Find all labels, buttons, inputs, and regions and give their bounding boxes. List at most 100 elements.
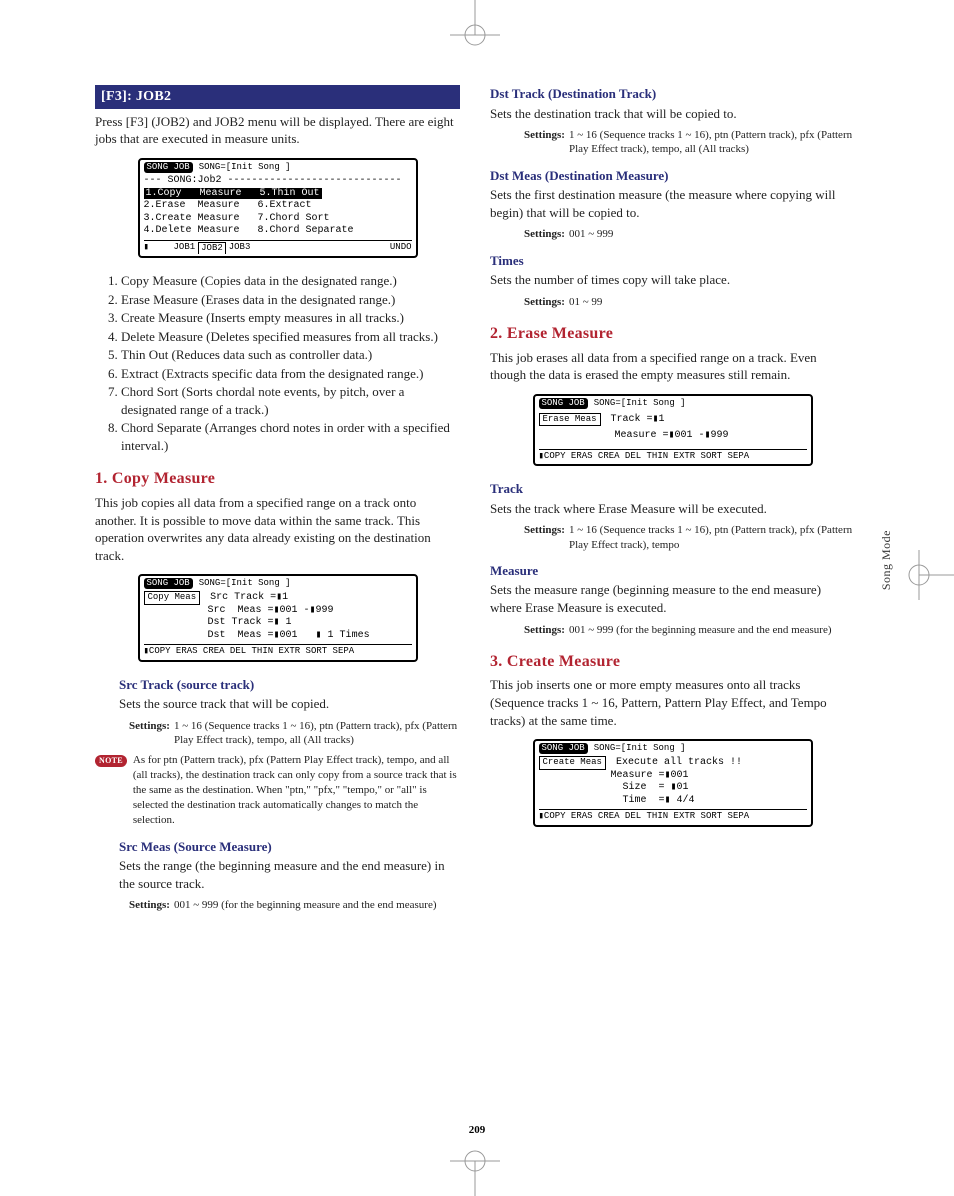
screen-row-3: 3.Create Measure 7.Chord Sort [144, 213, 412, 226]
erase-measure-desc: This job erases all data from a specifie… [490, 349, 855, 384]
copy-line-1: Src Track =▮1 [210, 592, 300, 603]
param-dst-meas: Dst Meas (Destination Measure) [490, 167, 855, 185]
screen-tab-row: ▮ JOB1 JOB2 JOB3 UNDO [144, 240, 412, 254]
settings-label: Settings: [524, 128, 565, 157]
create-measure-desc: This job inserts one or more empty measu… [490, 676, 855, 729]
erase-line-1: Track =▮1 [611, 414, 677, 425]
src-meas-settings: Settings: 001 ~ 999 (for the beginning m… [129, 898, 460, 912]
tab-job3: JOB3 [229, 242, 251, 253]
note-text: As for ptn (Pattern track), pfx (Pattern… [133, 753, 460, 827]
settings-label: Settings: [524, 227, 565, 241]
settings-value: 001 ~ 999 [569, 227, 855, 241]
settings-label: Settings: [129, 898, 170, 912]
left-column: [F3]: JOB2 Press [F3] (JOB2) and JOB2 me… [95, 85, 460, 919]
heading-create-measure: 3. Create Measure [490, 651, 855, 673]
erase-track-settings: Settings: 1 ~ 16 (Sequence tracks 1 ~ 16… [524, 523, 855, 552]
erase-measure-settings: Settings: 001 ~ 999 (for the beginning m… [524, 623, 855, 637]
screen-right-erase: SONG=[Init Song ] [594, 398, 686, 409]
param-erase-track: Track [490, 480, 855, 498]
job-item-4: Delete Measure (Deletes specified measur… [121, 328, 460, 346]
job-item-8: Chord Separate (Arranges chord notes in … [121, 419, 460, 454]
screen-copy-measure: SONG JOB SONG=[Init Song ] Copy Meas Src… [138, 574, 418, 662]
job-item-5: Thin Out (Reduces data such as controlle… [121, 346, 460, 364]
settings-label: Settings: [129, 719, 170, 748]
create-line-3: Time =▮ 4/4 [539, 795, 807, 808]
note-badge: NOTE [95, 755, 127, 767]
screen-title: SONG JOB [144, 162, 193, 173]
job-item-2: Erase Measure (Erases data in the design… [121, 291, 460, 309]
note-block: NOTE As for ptn (Pattern track), pfx (Pa… [95, 753, 460, 827]
intro-paragraph: Press [F3] (JOB2) and JOB2 menu will be … [95, 113, 460, 148]
copy-tabs: ▮COPY ERAS CREA DEL THIN EXTR SORT SEPA [144, 644, 412, 657]
screen-erase-measure: SONG JOB SONG=[Init Song ] Erase Meas Tr… [533, 394, 813, 467]
header-bar-job2: [F3]: JOB2 [95, 85, 460, 109]
job-item-7: Chord Sort (Sorts chordal note events, b… [121, 383, 460, 418]
param-times: Times [490, 252, 855, 270]
heading-erase-measure: 2. Erase Measure [490, 323, 855, 345]
right-column: Dst Track (Destination Track) Sets the d… [490, 85, 855, 919]
screen-row-2: 2.Erase Measure 6.Extract [144, 200, 412, 213]
crop-mark-top [440, 0, 510, 50]
settings-value: 1 ~ 16 (Sequence tracks 1 ~ 16), ptn (Pa… [569, 523, 855, 552]
copy-line-4: Dst Meas =▮001 ▮ 1 Times [144, 630, 412, 643]
src-meas-desc: Sets the range (the beginning measure an… [119, 857, 460, 892]
job-item-1: Copy Measure (Copies data in the designa… [121, 272, 460, 290]
tab-undo: UNDO [390, 242, 412, 253]
settings-value: 1 ~ 16 (Sequence tracks 1 ~ 16), ptn (Pa… [174, 719, 460, 748]
create-line-2: Size = ▮01 [539, 782, 807, 795]
screen-box-copy: Copy Meas [144, 591, 201, 604]
tab-job1: JOB1 [174, 242, 196, 253]
job-item-3: Create Measure (Inserts empty measures i… [121, 309, 460, 327]
create-line-1: Measure =▮001 [539, 770, 807, 783]
screen-title-create: SONG JOB [539, 743, 588, 754]
src-track-settings: Settings: 1 ~ 16 (Sequence tracks 1 ~ 16… [129, 719, 460, 748]
screen-title-copy: SONG JOB [144, 578, 193, 589]
screen-title-erase: SONG JOB [539, 398, 588, 409]
screen-create-measure: SONG JOB SONG=[Init Song ] Create Meas E… [533, 739, 813, 827]
settings-label: Settings: [524, 523, 565, 552]
src-track-desc: Sets the source track that will be copie… [119, 695, 460, 713]
screen-song-name: SONG=[Init Song ] [199, 162, 291, 173]
param-erase-measure: Measure [490, 562, 855, 580]
dst-meas-desc: Sets the first destination measure (the … [490, 186, 855, 221]
erase-tabs: ▮COPY ERAS CREA DEL THIN EXTR SORT SEPA [539, 449, 807, 462]
screen-box-erase: Erase Meas [539, 413, 601, 426]
page-content: [F3]: JOB2 Press [F3] (JOB2) and JOB2 me… [95, 85, 855, 919]
times-settings: Settings: 01 ~ 99 [524, 295, 855, 309]
erase-track-desc: Sets the track where Erase Measure will … [490, 500, 855, 518]
erase-line-2: Measure =▮001 -▮999 [539, 430, 807, 443]
crop-mark-right [904, 540, 954, 610]
dst-track-settings: Settings: 1 ~ 16 (Sequence tracks 1 ~ 16… [524, 128, 855, 157]
param-dst-track: Dst Track (Destination Track) [490, 85, 855, 103]
settings-value: 001 ~ 999 (for the beginning measure and… [569, 623, 855, 637]
copy-line-3: Dst Track =▮ 1 [144, 617, 412, 630]
dst-track-desc: Sets the destination track that will be … [490, 105, 855, 123]
create-line-0: Execute all tracks !! [616, 757, 742, 768]
screen-row-4: 4.Delete Measure 8.Chord Separate [144, 225, 412, 238]
side-tab-song-mode: Song Mode [879, 530, 894, 590]
copy-line-2: Src Meas =▮001 -▮999 [144, 605, 412, 618]
heading-copy-measure: 1. Copy Measure [95, 468, 460, 490]
crop-mark-bottom [440, 1146, 510, 1196]
screen-job-menu: SONG JOB SONG=[Init Song ] --- SONG:Job2… [138, 158, 418, 258]
screen-sub-line: --- SONG:Job2 --------------------------… [144, 175, 412, 188]
param-src-track: Src Track (source track) [119, 676, 460, 694]
screen-row-1: 1.Copy Measure 5.Thin Out [144, 188, 322, 199]
param-src-meas: Src Meas (Source Measure) [119, 838, 460, 856]
screen-right-create: SONG=[Init Song ] [594, 743, 686, 754]
settings-label: Settings: [524, 295, 565, 309]
tab-job2: JOB2 [198, 242, 226, 254]
job-item-6: Extract (Extracts specific data from the… [121, 365, 460, 383]
settings-label: Settings: [524, 623, 565, 637]
create-tabs: ▮COPY ERAS CREA DEL THIN EXTR SORT SEPA [539, 809, 807, 822]
copy-measure-desc: This job copies all data from a specifie… [95, 494, 460, 564]
screen-right-copy: SONG=[Init Song ] [199, 578, 291, 589]
settings-value: 01 ~ 99 [569, 295, 855, 309]
job-list: Copy Measure (Copies data in the designa… [95, 272, 460, 454]
settings-value: 1 ~ 16 (Sequence tracks 1 ~ 16), ptn (Pa… [569, 128, 855, 157]
screen-box-create: Create Meas [539, 756, 606, 769]
page-number: 209 [0, 1124, 954, 1136]
dst-meas-settings: Settings: 001 ~ 999 [524, 227, 855, 241]
erase-measure-param-desc: Sets the measure range (beginning measur… [490, 581, 855, 616]
times-desc: Sets the number of times copy will take … [490, 271, 855, 289]
